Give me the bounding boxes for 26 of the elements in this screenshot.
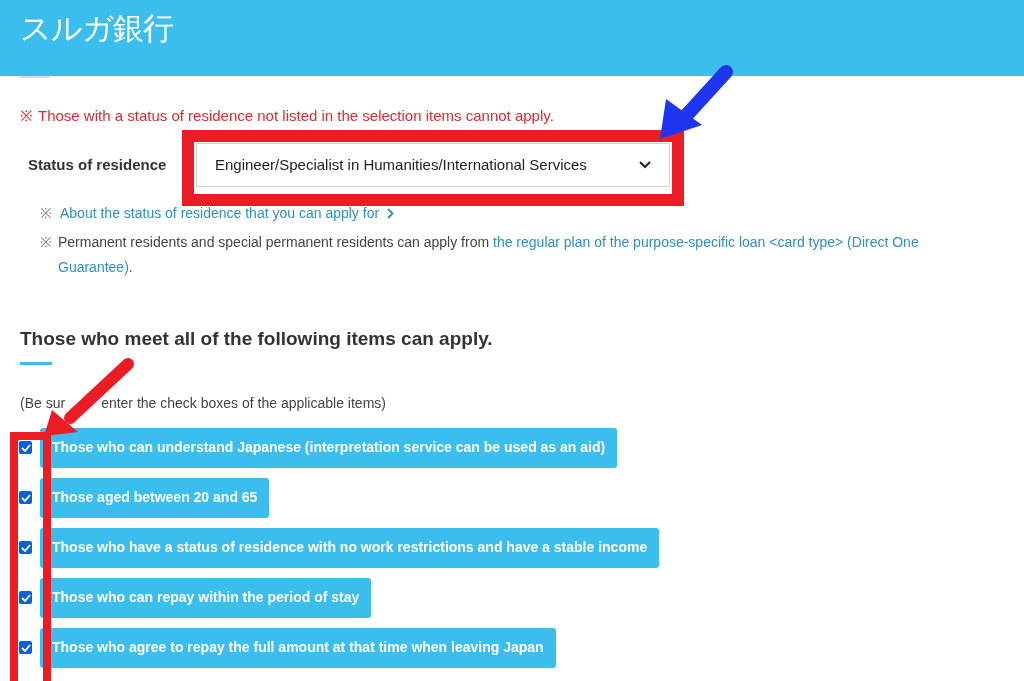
status-link[interactable]: About the status of residence that you can apply for	[60, 203, 380, 224]
checkbox-label[interactable]: Those aged between 20 and 65	[40, 477, 270, 518]
instruction-text: (Be sur	[20, 393, 66, 413]
chevron-down-icon	[639, 161, 651, 169]
checkbox-label[interactable]: Those who can repay within the period of stay	[40, 577, 372, 618]
checkbox-label[interactable]: Those who can understand Japanese (interpretation service can be used as an aid)	[40, 427, 618, 468]
instruction-text: enter the check boxes of the applicable items)	[101, 393, 386, 413]
checkbox[interactable]	[19, 491, 32, 504]
checkbox-label[interactable]: Those who agree to repay the full amount at that time when leaving Japan	[40, 627, 556, 668]
checkbox-label[interactable]: Those who have a status of residence with no work restrictions and have a stable income	[40, 527, 660, 568]
note-mark: ※	[20, 106, 33, 126]
checkbox[interactable]	[19, 641, 32, 654]
note-mark: ※	[40, 233, 52, 252]
note-mark: ※	[40, 204, 52, 223]
section-heading: Those who meet all of the following items can apply.	[20, 327, 494, 351]
bank-logo-text: スルガ銀行	[20, 9, 173, 48]
loan-link[interactable]: the regular plan of the purpose-specific loan <card type> (Direct One	[493, 234, 919, 250]
field-label: Status of residence	[28, 154, 168, 175]
note-text: Permanent residents and special permanent residents can apply from the regular plan of the purpose-specific loan <card type> (Direct One Guarantee).	[58, 233, 919, 277]
loan-link[interactable]: Guarantee)	[58, 259, 129, 275]
checkbox[interactable]	[19, 441, 32, 454]
checkbox[interactable]	[19, 541, 32, 554]
residence-select[interactable]: Engineer/Specialist in Humanities/International Services	[196, 143, 670, 187]
checkbox[interactable]	[19, 591, 32, 604]
warning-text: Those with a status of residence not listed in the selection items cannot apply.	[38, 106, 554, 126]
chevron-right-icon	[387, 208, 395, 219]
